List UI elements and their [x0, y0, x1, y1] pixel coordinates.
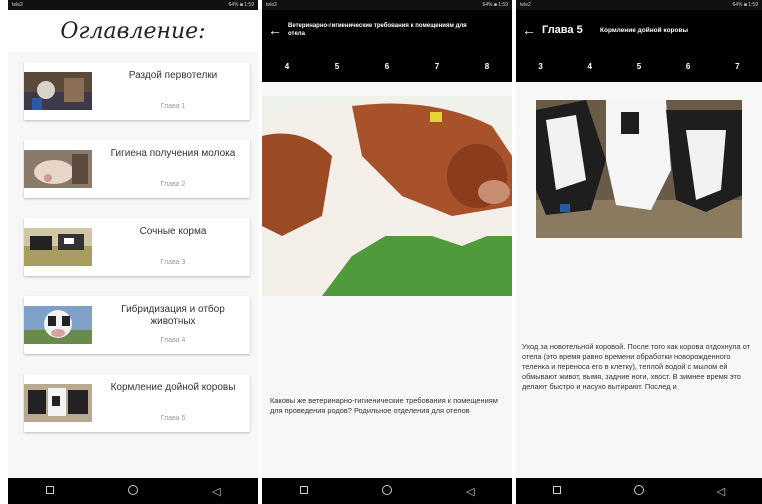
chapter-number: Глава 4 — [160, 337, 186, 344]
circle-icon — [127, 484, 138, 495]
chapter-title: Гигиена получения молока — [110, 148, 236, 159]
back-arrow-icon[interactable]: ← — [516, 22, 542, 38]
status-indicators: 64% ■ 1:59 — [482, 2, 508, 8]
screen-title: Ветеринарно-гигиенические требования к п… — [288, 23, 467, 37]
page-title: Оглавление: — [8, 10, 258, 52]
square-icon — [553, 486, 561, 494]
circle-icon — [634, 484, 644, 495]
android-nav-bar: ◁ — [8, 478, 258, 504]
circle-icon — [381, 484, 392, 495]
home-button[interactable] — [632, 484, 646, 498]
status-bar: tele2 64% ■ 1:59 — [8, 0, 258, 10]
chapter-title: Гибридизация и отбор животных — [121, 304, 225, 327]
tab-chapter[interactable]: 4 — [588, 62, 592, 71]
carrier-label: tele2 — [520, 2, 531, 8]
chapter-thumbnail — [24, 306, 92, 344]
status-bar: tele2 64% ■ 1:59 — [516, 0, 762, 10]
carrier-label: tele2 — [266, 2, 277, 8]
square-icon — [45, 486, 54, 494]
chapter-image — [536, 100, 742, 238]
tab-chapter[interactable]: 7 — [735, 62, 739, 71]
chapter-title: Кормление дойной коровы — [110, 382, 236, 393]
chapter-number: Глава 1 — [160, 103, 186, 110]
home-button[interactable] — [380, 484, 394, 498]
chapter-card-1[interactable]: Раздой первотелки Глава 1 — [24, 62, 250, 120]
carrier-label: tele2 — [12, 2, 23, 8]
chapter-title: Раздой первотелки — [128, 70, 218, 81]
chapter-title: Сочные корма — [139, 226, 207, 237]
tab-chapter[interactable]: 7 — [435, 62, 439, 71]
chapter-number: Глава 2 — [160, 181, 186, 188]
chapter-thumbnail — [24, 150, 92, 188]
recents-button[interactable] — [43, 485, 57, 497]
tab-chapter[interactable]: 5 — [335, 62, 339, 71]
app-bar: ← Ветеринарно-гигиенические требования к… — [262, 10, 512, 50]
tab-chapter[interactable]: 6 — [385, 62, 389, 71]
square-icon — [299, 486, 308, 494]
android-nav-bar: ◁ — [262, 478, 512, 504]
screen-title: Кормление дойной коровы — [600, 26, 689, 34]
chapter-number: Глава 3 — [160, 259, 186, 266]
chapter-body-text: Каковы же ветеринарно-гигиенические треб… — [270, 396, 498, 415]
app-bar: ← Глава 5 Кормление дойной коровы — [516, 10, 762, 50]
back-nav-button[interactable]: ◁ — [209, 485, 223, 498]
back-nav-button[interactable]: ◁ — [463, 485, 477, 498]
status-indicators: 64% ■ 1:59 — [732, 2, 758, 8]
chapter-tabs: 3 4 5 6 7 — [516, 50, 762, 82]
chapter-card-3[interactable]: Сочные корма Глава 3 — [24, 218, 250, 276]
chapter-thumbnail — [24, 384, 92, 422]
chapter-card-4[interactable]: Гибридизация и отбор животных Глава 4 — [24, 296, 250, 354]
phone-contents-screen: tele2 64% ■ 1:59 Оглавление: Раздой перв… — [8, 0, 258, 504]
status-bar: tele2 64% ■ 1:59 — [262, 0, 512, 10]
home-button[interactable] — [126, 484, 140, 498]
recents-button[interactable] — [297, 485, 311, 497]
recents-button[interactable] — [550, 485, 564, 497]
tab-chapter[interactable]: 3 — [538, 62, 542, 71]
chapter-card-5[interactable]: Кормление дойной коровы Глава 5 — [24, 374, 250, 432]
chapter-thumbnail — [24, 228, 92, 266]
status-indicators: 64% ■ 1:59 — [228, 2, 254, 8]
tab-chapter[interactable]: 4 — [285, 62, 289, 71]
chapter-tabs: 4 5 6 7 8 — [262, 50, 512, 82]
chapter-label: Глава 5 — [542, 24, 583, 36]
chapter-number: Глава 5 — [160, 415, 186, 422]
chapter-card-2[interactable]: Гигиена получения молока Глава 2 — [24, 140, 250, 198]
android-nav-bar: ◁ — [516, 478, 762, 504]
back-arrow-icon[interactable]: ← — [262, 22, 288, 38]
chapter-body-text: Уход за новотельной коровой. После того … — [522, 342, 751, 391]
tab-chapter[interactable]: 5 — [637, 62, 641, 71]
chapter-image — [262, 96, 512, 296]
phone-chapter5-screen: tele2 64% ■ 1:59 ← Глава 5 Кормление дой… — [516, 0, 762, 504]
chapter-thumbnail — [24, 72, 92, 110]
phone-chapter-screen: tele2 64% ■ 1:59 ← Ветеринарно-гигиениче… — [262, 0, 512, 504]
tab-chapter[interactable]: 8 — [485, 62, 489, 71]
tab-chapter[interactable]: 6 — [686, 62, 690, 71]
screenshot-collage: tele2 64% ■ 1:59 Оглавление: Раздой перв… — [0, 0, 762, 504]
back-nav-button[interactable]: ◁ — [714, 485, 728, 498]
